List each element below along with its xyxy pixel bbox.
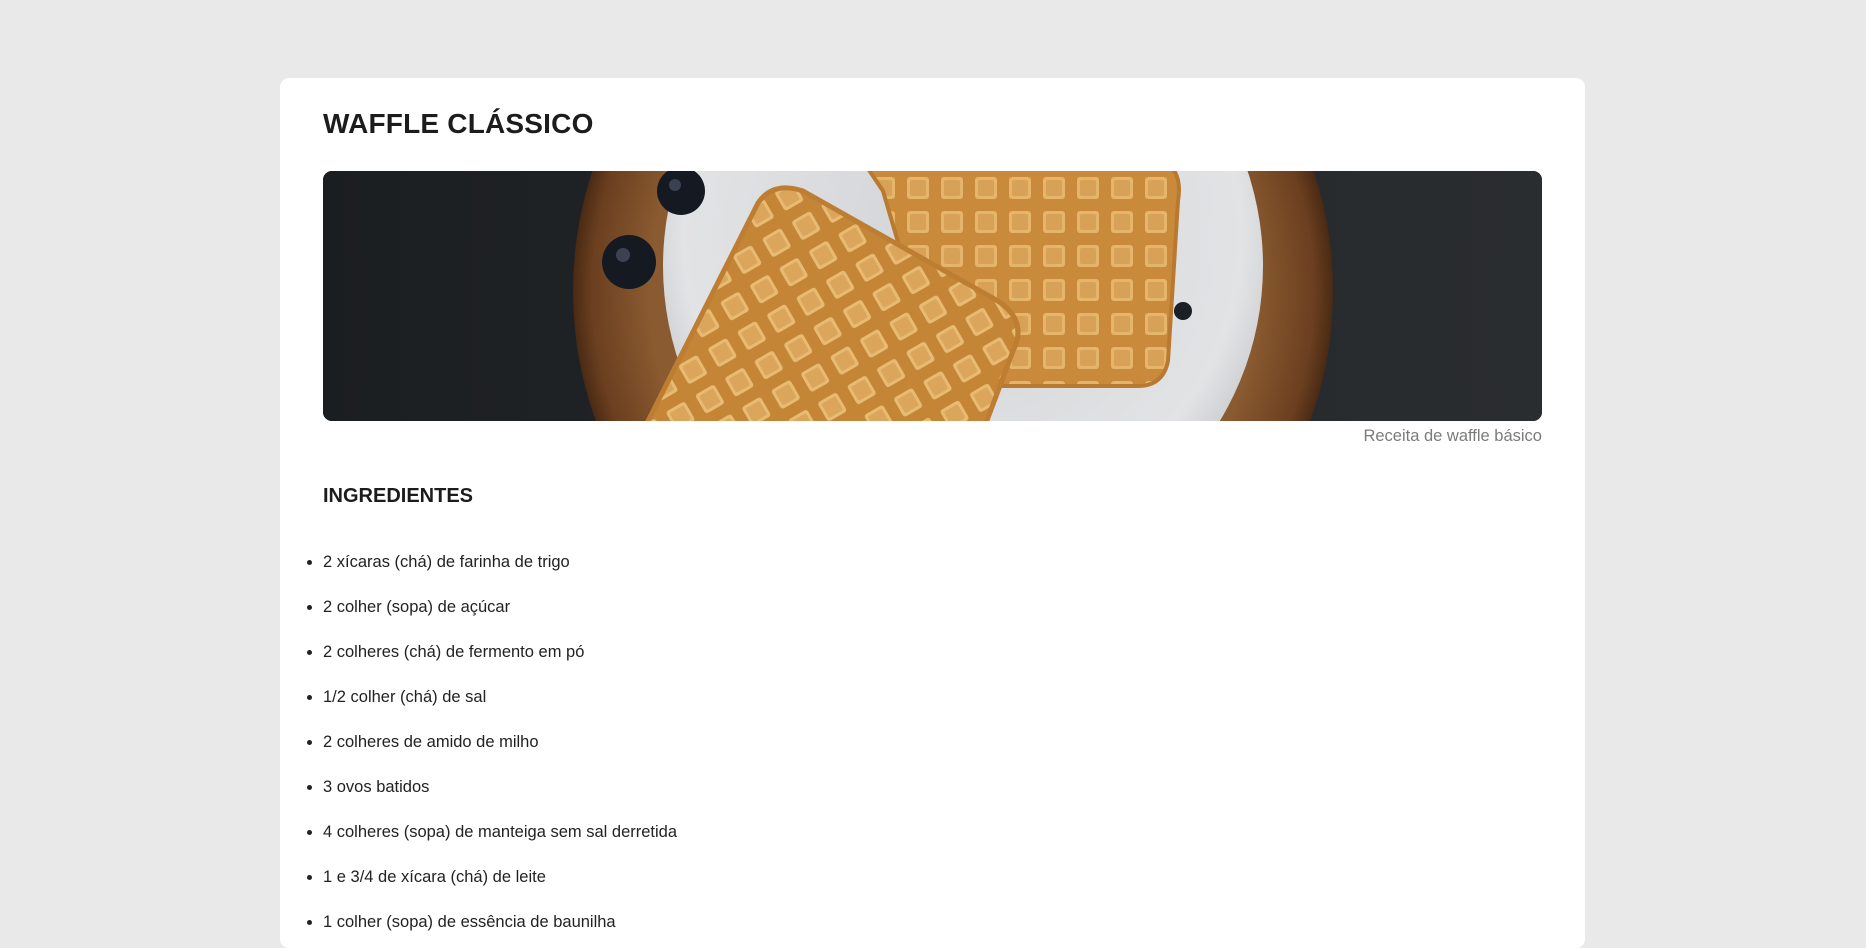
ingredient-item: 3 ovos batidos — [323, 777, 1542, 797]
ingredient-item: 1 colher (sopa) de essência de baunilha — [323, 912, 1542, 932]
ingredient-item: 2 colheres (chá) de fermento em pó — [323, 642, 1542, 662]
ingredient-item: 1 e 3/4 de xícara (chá) de leite — [323, 867, 1542, 887]
ingredient-item: 2 colher (sopa) de açúcar — [323, 597, 1542, 617]
recipe-image — [323, 171, 1542, 421]
ingredient-item: 2 xícaras (chá) de farinha de trigo — [323, 552, 1542, 572]
ingredient-item: 4 colheres (sopa) de manteiga sem sal de… — [323, 822, 1542, 842]
ingredients-list: 2 xícaras (chá) de farinha de trigo 2 co… — [323, 552, 1542, 932]
recipe-card: WAFFLE CLÁSSICO Receita de waffle básico… — [280, 78, 1585, 948]
recipe-title: WAFFLE CLÁSSICO — [323, 108, 594, 139]
ingredient-item: 2 colheres de amido de milho — [323, 732, 1542, 752]
ingredients-heading: INGREDIENTES — [323, 485, 474, 507]
image-caption: Receita de waffle básico — [1363, 427, 1542, 445]
ingredient-item: 1/2 colher (chá) de sal — [323, 687, 1542, 707]
